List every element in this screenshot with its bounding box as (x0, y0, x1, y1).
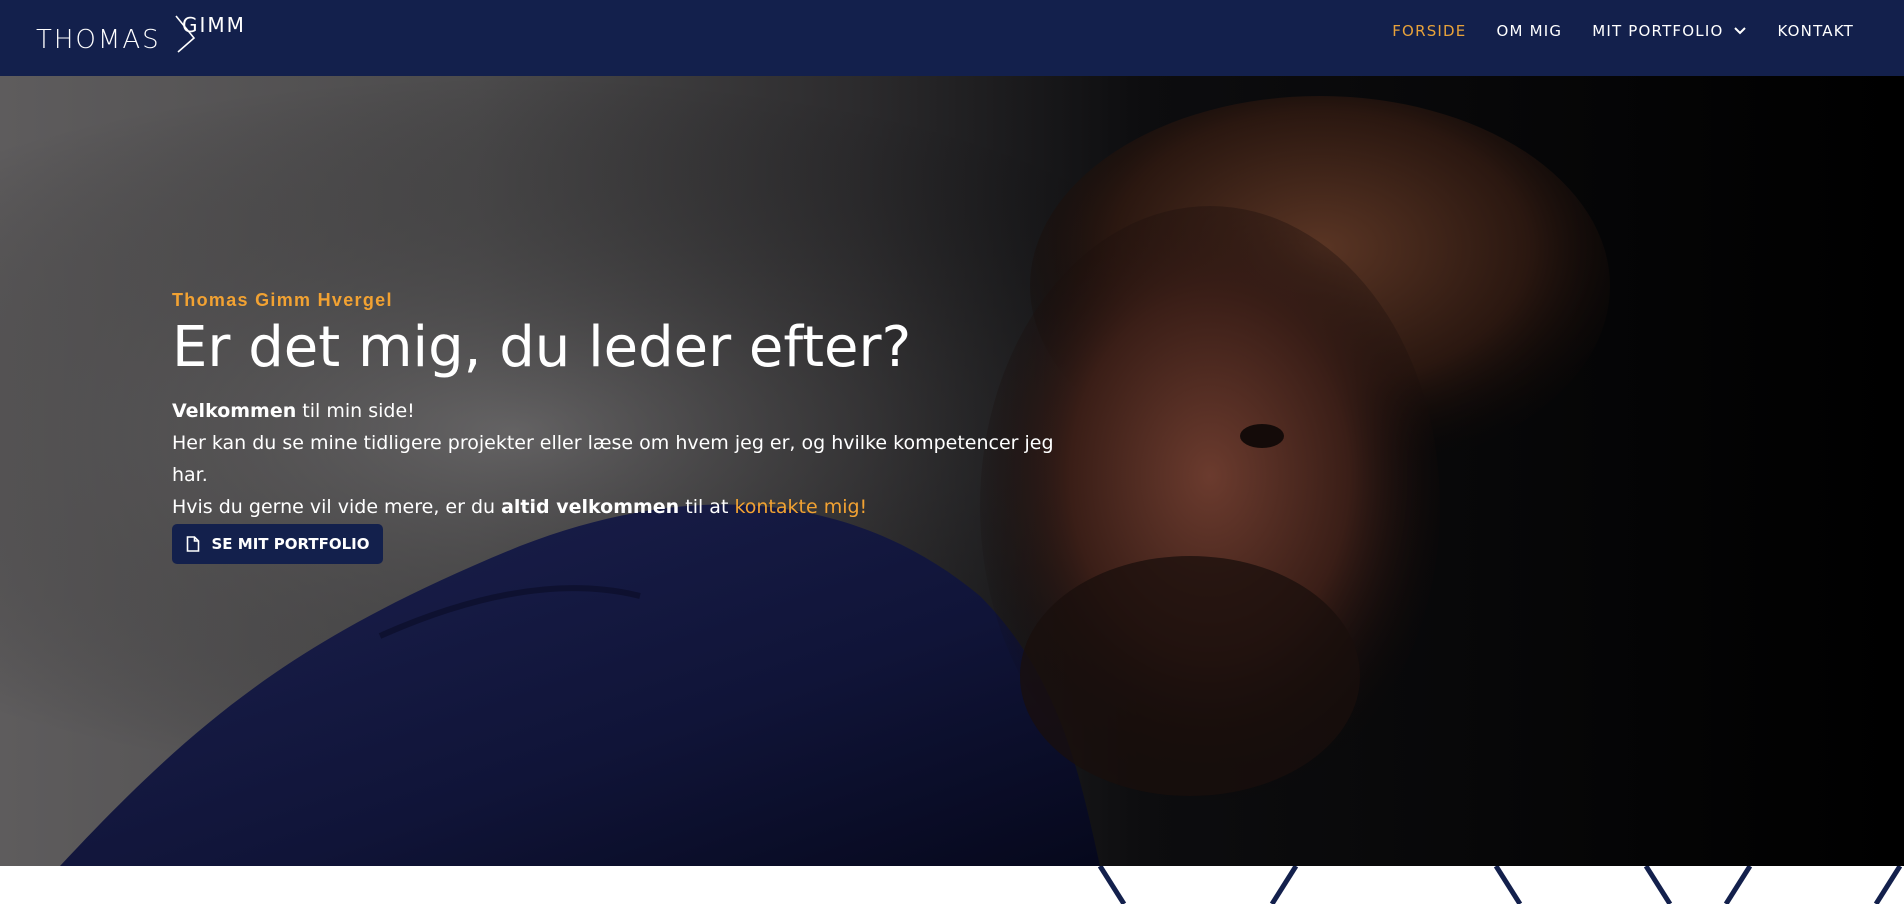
hero-content: Thomas Gimm Hvergel Er det mig, du leder… (172, 290, 1072, 523)
hero-section: Thomas Gimm Hvergel Er det mig, du leder… (0, 76, 1904, 866)
logo-text-right: GIMM (182, 13, 246, 37)
intro-line-3: Hvis du gerne vil vide mere, er du altid… (172, 491, 1072, 523)
nav-label-forside: FORSIDE (1392, 22, 1467, 40)
intro-line-1: Velkommen til min side! (172, 395, 1072, 427)
hero-eyebrow: Thomas Gimm Hvergel (172, 290, 393, 310)
nav-label-mit-portfolio: MIT PORTFOLIO (1592, 22, 1724, 40)
decorative-hexagon-strip (0, 866, 1904, 904)
see-portfolio-label: SE MIT PORTFOLIO (211, 535, 370, 553)
intro-line-1-rest: til min side! (296, 400, 415, 422)
contact-link[interactable]: kontakte mig! (734, 496, 867, 518)
see-portfolio-button[interactable]: SE MIT PORTFOLIO (172, 524, 383, 564)
nav-item-mit-portfolio[interactable]: MIT PORTFOLIO (1592, 22, 1747, 40)
intro-line-2: Her kan du se mine tidligere projekter e… (172, 432, 1054, 486)
thomas-gimm-logo[interactable]: THOMAS GIMM (36, 12, 276, 58)
main-menu: FORSIDE OM MIG MIT PORTFOLIO KONTAKT (1392, 0, 1854, 62)
nav-label-om-mig: OM MIG (1496, 22, 1563, 40)
hero-title: Er det mig, du leder efter? (172, 315, 912, 380)
nav-item-kontakt[interactable]: KONTAKT (1777, 22, 1854, 40)
intro-bold-welcome: Velkommen (172, 400, 297, 422)
logo-text-left: THOMAS (36, 25, 161, 55)
top-navbar: THOMAS GIMM FORSIDE OM MIG MIT PORTFOLIO… (0, 0, 1904, 76)
file-icon (186, 536, 199, 552)
intro-bold-altid: altid velkommen (501, 496, 680, 518)
nav-label-kontakt: KONTAKT (1777, 22, 1854, 40)
nav-item-om-mig[interactable]: OM MIG (1496, 22, 1562, 40)
chevron-down-icon (1734, 27, 1747, 35)
intro-line-3-a: Hvis du gerne vil vide mere, er du (172, 496, 502, 518)
hero-intro: Velkommen til min side! Her kan du se mi… (172, 395, 1072, 523)
intro-line-3-b: til at (679, 496, 735, 518)
nav-item-forside[interactable]: FORSIDE (1392, 22, 1466, 40)
